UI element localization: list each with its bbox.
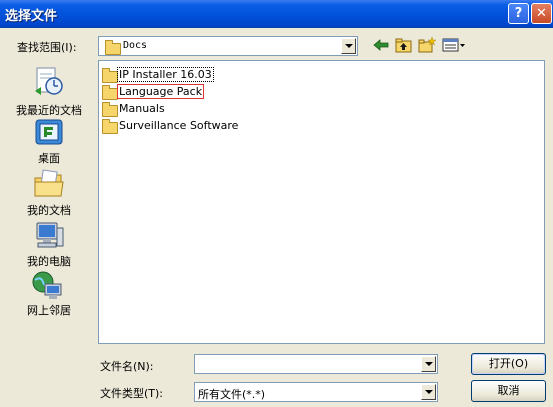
place-label: 我的电脑 xyxy=(27,255,71,268)
file-name: Surveillance Software xyxy=(119,119,239,132)
close-icon: ✕ xyxy=(536,6,547,21)
folder-icon xyxy=(102,85,118,100)
chevron-down-icon[interactable] xyxy=(421,356,436,372)
place-my-computer[interactable]: 我的电脑 xyxy=(7,220,91,268)
places-bar: 我最近的文档 桌面 我的文档 我的电脑 网上邻居 xyxy=(7,60,91,330)
window-title: 选择文件 xyxy=(5,9,58,24)
help-button[interactable]: ? xyxy=(508,3,529,24)
file-list[interactable]: IP Installer 16.03 Language Pack Manuals… xyxy=(98,60,545,344)
place-label: 我最近的文档 xyxy=(16,104,82,117)
lookin-value: Docs xyxy=(123,40,148,51)
file-name: Language Pack xyxy=(116,84,205,99)
filename-input[interactable] xyxy=(194,354,438,374)
my-computer-icon xyxy=(36,222,64,248)
folder-icon xyxy=(102,119,118,134)
place-recent-documents[interactable]: 我最近的文档 xyxy=(7,65,91,117)
folder-icon xyxy=(102,102,118,117)
new-folder-icon[interactable] xyxy=(418,37,436,53)
open-button[interactable]: 打开(O) xyxy=(471,353,546,375)
cancel-button[interactable]: 取消 xyxy=(471,380,546,402)
filetype-dropdown[interactable]: 所有文件(*.*) xyxy=(194,382,438,402)
my-documents-icon xyxy=(34,169,64,197)
filetype-value: 所有文件(*.*) xyxy=(198,388,266,401)
place-desktop[interactable]: 桌面 xyxy=(7,117,91,165)
back-arrow-icon[interactable] xyxy=(372,37,390,53)
filetype-label: 文件类型(T): xyxy=(100,387,164,400)
view-menu-icon[interactable] xyxy=(442,37,466,53)
network-places-icon xyxy=(32,271,62,299)
help-icon: ? xyxy=(514,6,523,21)
filename-label: 文件名(N): xyxy=(100,360,154,373)
place-network[interactable]: 网上邻居 xyxy=(7,270,91,318)
file-name: Manuals xyxy=(119,102,165,115)
place-label: 桌面 xyxy=(38,152,60,165)
place-label: 网上邻居 xyxy=(27,304,71,317)
up-folder-icon[interactable] xyxy=(395,37,413,53)
lookin-dropdown[interactable]: Docs xyxy=(98,36,358,56)
desktop-icon xyxy=(35,119,63,145)
chevron-down-icon[interactable] xyxy=(421,384,436,400)
folder-icon xyxy=(102,68,118,83)
folder-icon xyxy=(105,40,121,55)
title-bar[interactable]: 选择文件 ? ✕ xyxy=(0,0,553,28)
chevron-down-icon[interactable] xyxy=(341,38,356,54)
lookin-label: 查找范围(I): xyxy=(17,41,77,54)
close-button[interactable]: ✕ xyxy=(531,3,552,24)
place-my-documents[interactable]: 我的文档 xyxy=(7,168,91,217)
file-name: IP Installer 16.03 xyxy=(117,67,214,82)
place-label: 我的文档 xyxy=(27,204,71,217)
recent-documents-icon xyxy=(35,67,63,95)
